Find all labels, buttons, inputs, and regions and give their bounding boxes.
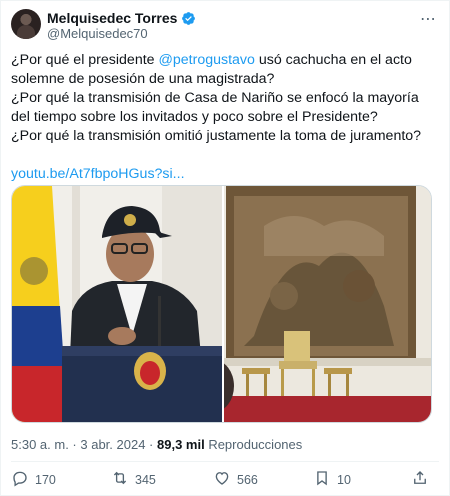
reply-icon <box>11 469 29 490</box>
media-image-speaker[interactable] <box>12 186 222 422</box>
heart-icon <box>213 469 231 490</box>
share-icon <box>411 469 429 490</box>
tweet-card: Melquisedec Torres @Melquisedec70 ⋯ ¿Por… <box>0 0 450 496</box>
share-button[interactable] <box>411 469 429 490</box>
like-button[interactable]: 566 <box>213 469 258 490</box>
more-options-icon[interactable]: ⋯ <box>420 9 437 29</box>
media-container[interactable] <box>11 185 432 423</box>
external-link[interactable]: youtu.be/At7fbpoHGus?si... <box>11 166 185 182</box>
author-display-name[interactable]: Melquisedec Torres <box>47 10 177 26</box>
reply-count: 170 <box>35 472 56 487</box>
tweet-date[interactable]: 3 abr. 2024 <box>80 437 145 452</box>
like-count: 566 <box>237 472 258 487</box>
tweet-line-1-pre: ¿Por qué el presidente <box>11 52 159 68</box>
views-count: 89,3 mil <box>157 437 205 452</box>
tweet-meta: 5:30 a. m. · 3 abr. 2024 · 89,3 mil Repr… <box>11 437 302 452</box>
views-label: Reproducciones <box>204 437 303 452</box>
bookmark-icon <box>313 469 331 490</box>
retweet-count: 345 <box>135 472 156 487</box>
tweet-line-1: ¿Por qué el presidente @petrogustavo usó… <box>11 51 431 89</box>
divider <box>11 461 439 462</box>
author-handle[interactable]: @Melquisedec70 <box>47 26 148 41</box>
meta-separator-2: · <box>145 437 157 452</box>
retweet-icon <box>111 469 129 490</box>
avatar[interactable] <box>11 9 41 39</box>
tweet-text: ¿Por qué el presidente @petrogustavo usó… <box>11 51 431 184</box>
retweet-button[interactable]: 345 <box>111 469 156 490</box>
tweet-line-2: ¿Por qué la transmisión de Casa de Nariñ… <box>11 90 419 125</box>
media-image-audience[interactable] <box>224 186 431 422</box>
bookmark-button[interactable]: 10 <box>313 469 351 490</box>
tweet-actions: 170 345 566 10 <box>11 469 431 491</box>
meta-separator: · <box>68 437 81 452</box>
reply-button[interactable]: 170 <box>11 469 56 490</box>
tweet-time[interactable]: 5:30 a. m. <box>11 437 69 452</box>
author-name-row: Melquisedec Torres <box>47 10 196 26</box>
tweet-header: Melquisedec Torres @Melquisedec70 ⋯ <box>11 9 439 41</box>
mention-link[interactable]: @petrogustavo <box>158 52 254 68</box>
tweet-line-3: ¿Por qué la transmisión omitió justament… <box>11 128 422 144</box>
verified-badge-icon <box>181 11 196 26</box>
bookmark-count: 10 <box>337 472 351 487</box>
